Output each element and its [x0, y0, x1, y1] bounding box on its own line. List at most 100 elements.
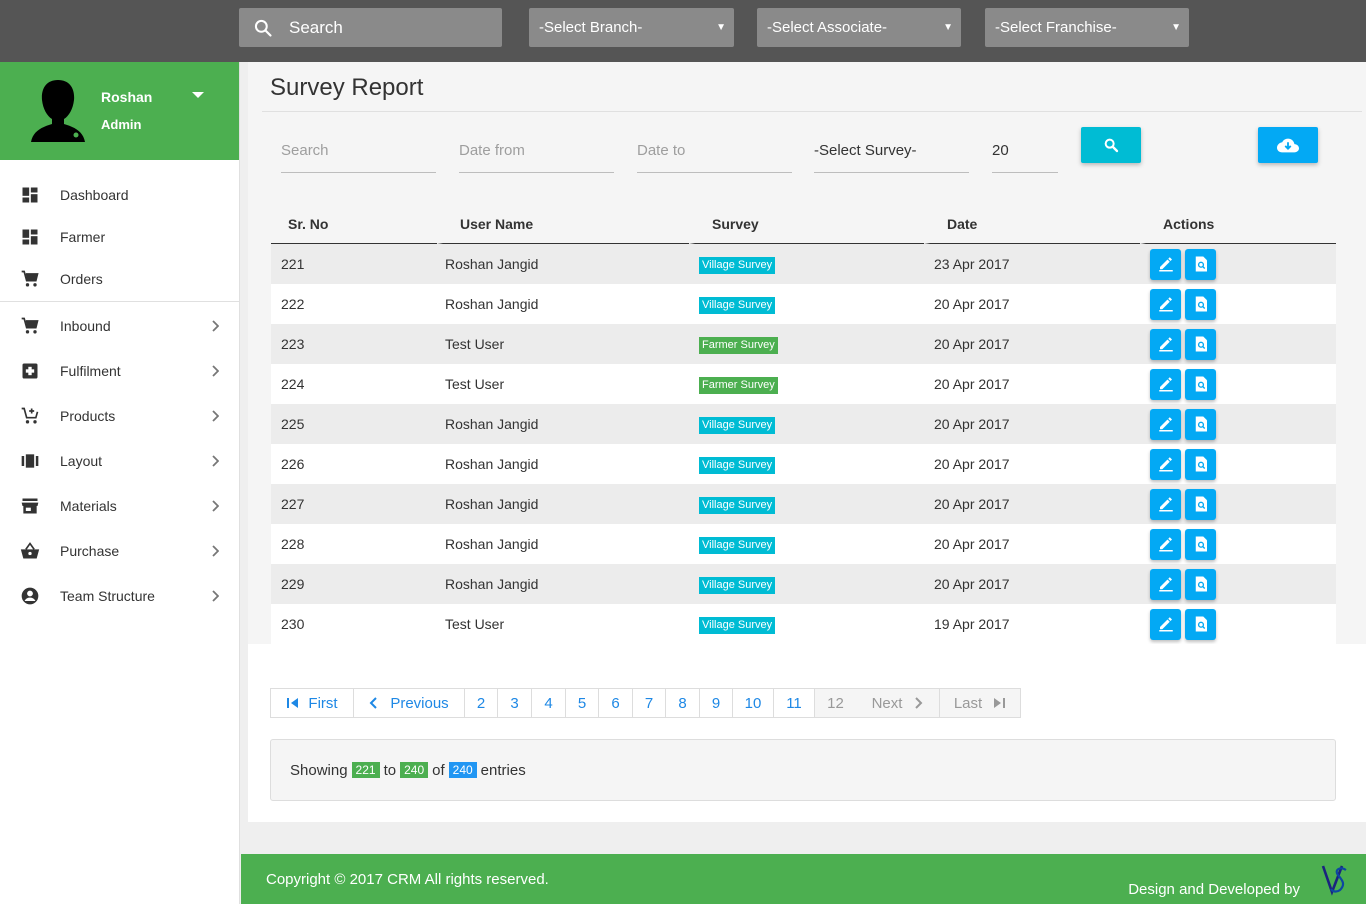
chevron-right-icon: [915, 697, 923, 709]
chevron-right-icon: [212, 409, 219, 422]
sr-no-cell: 223: [271, 324, 437, 364]
sidebar-item-dashboard[interactable]: Dashboard: [0, 174, 239, 216]
sidebar-item-layout[interactable]: Layout: [0, 438, 239, 483]
edit-icon: [1158, 257, 1173, 272]
download-button[interactable]: [1258, 127, 1318, 163]
sr-no-cell: 224: [271, 364, 437, 404]
dashboard-icon: [22, 187, 38, 203]
edit-button[interactable]: [1150, 288, 1181, 320]
next-page-button[interactable]: Next: [856, 689, 940, 717]
edit-button[interactable]: [1150, 328, 1181, 360]
survey-cell: Farmer Survey: [689, 364, 924, 404]
edit-button[interactable]: [1150, 568, 1181, 600]
edit-icon: [1158, 417, 1173, 432]
date-cell: 19 Apr 2017: [924, 604, 1140, 644]
user-name: Roshan: [101, 89, 153, 105]
cart-icon: [21, 317, 39, 333]
first-page-icon: [287, 698, 299, 708]
sidebar-item-materials[interactable]: Materials: [0, 483, 239, 528]
page-number-button[interactable]: 5: [566, 689, 599, 717]
table-row: 224 Test User Farmer Survey 20 Apr 2017: [271, 364, 1336, 404]
franchise-select-label: -Select Franchise-: [995, 19, 1117, 36]
edit-button[interactable]: [1150, 488, 1181, 520]
chevron-right-icon: [212, 544, 219, 557]
view-button[interactable]: [1185, 568, 1216, 600]
date-to-input[interactable]: Date to: [637, 136, 792, 173]
global-search-input[interactable]: Search: [239, 8, 502, 47]
edit-button[interactable]: [1150, 608, 1181, 640]
user-name-cell: Roshan Jangid: [437, 524, 689, 564]
actions-cell: [1140, 324, 1336, 364]
survey-select[interactable]: -Select Survey-: [814, 136, 969, 173]
search-icon: [1104, 138, 1119, 153]
page-number-button[interactable]: 7: [633, 689, 666, 717]
sidebar-item-label: Dashboard: [60, 187, 129, 203]
sidebar-nav-secondary: Inbound Fulfilment Products Layout Mater…: [0, 303, 239, 618]
page-number-button[interactable]: 12: [815, 689, 856, 717]
previous-page-button[interactable]: Previous: [354, 689, 465, 717]
search-button[interactable]: [1081, 127, 1141, 163]
edit-icon: [1158, 337, 1173, 352]
view-button[interactable]: [1185, 448, 1216, 480]
view-icon: [1195, 256, 1207, 272]
chevron-right-icon: [212, 454, 219, 467]
user-name-cell: Test User: [437, 364, 689, 404]
view-button[interactable]: [1185, 288, 1216, 320]
edit-button[interactable]: [1150, 368, 1181, 400]
sidebar-item-fulfilment[interactable]: Fulfilment: [0, 348, 239, 393]
page-number-button[interactable]: 9: [700, 689, 733, 717]
sidebar-item-inbound[interactable]: Inbound: [0, 303, 239, 348]
avatar: [31, 80, 85, 142]
view-button[interactable]: [1185, 608, 1216, 640]
branch-select[interactable]: -Select Branch- ▼: [529, 8, 734, 47]
last-page-button[interactable]: Last: [940, 689, 1020, 717]
edit-button[interactable]: [1150, 408, 1181, 440]
page-number-button[interactable]: 8: [666, 689, 700, 717]
chevron-left-icon: [369, 697, 378, 709]
view-icon: [1195, 416, 1207, 432]
add-cart-icon: [21, 407, 39, 423]
sidebar-item-orders[interactable]: Orders: [0, 258, 239, 300]
page-number-button[interactable]: 4: [532, 689, 566, 717]
view-button[interactable]: [1185, 248, 1216, 280]
sidebar-item-products[interactable]: Products: [0, 393, 239, 438]
page-number-button[interactable]: 3: [498, 689, 532, 717]
of-label: of: [432, 761, 445, 779]
page-number-button[interactable]: 11: [774, 689, 815, 717]
table-row: 226 Roshan Jangid Village Survey 20 Apr 201…: [271, 444, 1336, 484]
first-page-button[interactable]: First: [271, 689, 354, 717]
view-icon: [1195, 336, 1207, 352]
page-size-input[interactable]: 20: [992, 136, 1058, 173]
view-button[interactable]: [1185, 488, 1216, 520]
survey-cell: Village Survey: [689, 604, 924, 644]
sidebar-item-purchase[interactable]: Purchase: [0, 528, 239, 573]
profile-dropdown-icon[interactable]: [192, 92, 204, 98]
user-name-cell: Roshan Jangid: [437, 284, 689, 324]
sidebar-item-team-structure[interactable]: Team Structure: [0, 573, 239, 618]
sidebar-item-farmer[interactable]: Farmer: [0, 216, 239, 258]
table-row: 221 Roshan Jangid Village Survey 23 Apr 201…: [271, 244, 1336, 284]
franchise-select[interactable]: -Select Franchise- ▼: [985, 8, 1189, 47]
from-badge: 221: [351, 762, 380, 778]
page-number-button[interactable]: 10: [733, 689, 774, 717]
view-button[interactable]: [1185, 328, 1216, 360]
caret-down-icon: ▼: [716, 22, 726, 33]
total-badge: 240: [448, 762, 477, 778]
edit-button[interactable]: [1150, 248, 1181, 280]
view-button[interactable]: [1185, 528, 1216, 560]
global-search-placeholder: Search: [289, 17, 343, 37]
page-number-button[interactable]: 2: [465, 689, 498, 717]
page-number-button[interactable]: 6: [599, 689, 633, 717]
search-input[interactable]: Search: [281, 136, 436, 173]
date-from-input[interactable]: Date from: [459, 136, 614, 173]
column-header: Actions: [1140, 205, 1336, 244]
chevron-right-icon: [212, 589, 219, 602]
edit-button[interactable]: [1150, 528, 1181, 560]
view-button[interactable]: [1185, 408, 1216, 440]
user-profile: Roshan Admin: [0, 62, 239, 160]
sr-no-cell: 230: [271, 604, 437, 644]
associate-select[interactable]: -Select Associate- ▼: [757, 8, 961, 47]
actions-cell: [1140, 604, 1336, 644]
edit-button[interactable]: [1150, 448, 1181, 480]
view-button[interactable]: [1185, 368, 1216, 400]
